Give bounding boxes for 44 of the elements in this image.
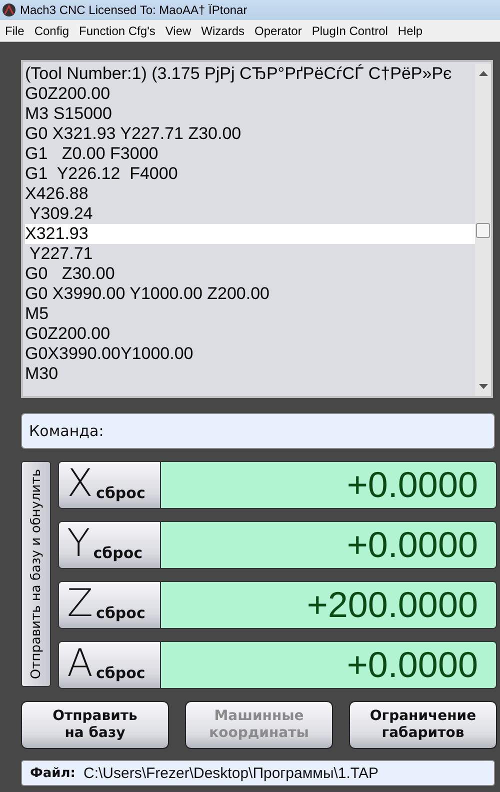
menu-item[interactable]: Help: [394, 24, 430, 38]
gcode-line[interactable]: M3 S15000: [25, 104, 475, 124]
action-button[interactable]: Отправить на базу: [21, 701, 169, 749]
gcode-line[interactable]: G0Z200.00: [25, 324, 475, 344]
window-title: Mach3 CNC Licensed To: MaoAA† ÏPtonar: [20, 3, 248, 17]
gcode-line[interactable]: (Tool Number:1) (3.175 PjPj CЂP°PґPëCѓCЃ C†PëP»Pє: [25, 64, 475, 84]
action-button[interactable]: Ограничение габаритов: [349, 701, 497, 749]
axis-reset-button[interactable]: Y сброс: [58, 521, 161, 569]
scroll-bar[interactable]: [475, 64, 491, 396]
gcode-line[interactable]: M5: [25, 304, 475, 324]
menu-item[interactable]: View: [162, 24, 198, 38]
gcode-line[interactable]: Y309.24: [25, 204, 475, 224]
gcode-line[interactable]: G0 X321.93 Y227.71 Z30.00: [25, 124, 475, 144]
scroll-thumb[interactable]: [476, 222, 490, 238]
axis-value: +0.0000: [346, 464, 478, 506]
gcode-line[interactable]: G0X3990.00Y1000.00: [25, 344, 475, 364]
axis-value: +200.0000: [306, 584, 478, 626]
gcode-line[interactable]: M30: [25, 364, 475, 384]
menu-item[interactable]: File: [2, 24, 32, 38]
axis-value: +0.0000: [346, 524, 478, 566]
file-label: Файл:: [30, 766, 76, 780]
gcode-line[interactable]: Y227.71: [25, 244, 475, 264]
scroll-down-icon[interactable]: [478, 384, 488, 390]
menu-item[interactable]: Config: [31, 24, 76, 38]
gcode-line[interactable]: G0 X3990.00 Y1000.00 Z200.00: [25, 284, 475, 304]
app-logo-icon: [2, 3, 16, 17]
command-field[interactable]: Команда:: [21, 413, 495, 449]
axis-reset-button[interactable]: A сброс: [58, 641, 161, 689]
axis-reset-button[interactable]: Z сброс: [58, 581, 161, 629]
menu-item[interactable]: Wizards: [198, 24, 252, 38]
menu-item[interactable]: Operator: [252, 24, 309, 38]
command-label: Команда:: [29, 422, 104, 440]
gcode-line[interactable]: G1 Y226.12 F4000: [25, 164, 475, 184]
file-path: C:\Users\Frezer\Desktop\Программы\1.TAP: [84, 764, 378, 782]
gcode-line[interactable]: G0 Z30.00: [25, 264, 475, 284]
axis-value: +0.0000: [346, 644, 478, 686]
gcode-line[interactable]: G1 Z0.00 F3000: [25, 144, 475, 164]
axis-reset-button[interactable]: X сброс: [58, 461, 161, 509]
scroll-up-icon[interactable]: [478, 70, 488, 76]
menu-item[interactable]: Function Cfg's: [76, 24, 162, 38]
menu-item[interactable]: PlugIn Control: [308, 24, 395, 38]
home-zero-button[interactable]: Отправить на базу и обнулить: [21, 461, 51, 687]
gcode-line[interactable]: G0Z200.00: [25, 84, 475, 104]
gcode-line[interactable]: X426.88: [25, 184, 475, 204]
